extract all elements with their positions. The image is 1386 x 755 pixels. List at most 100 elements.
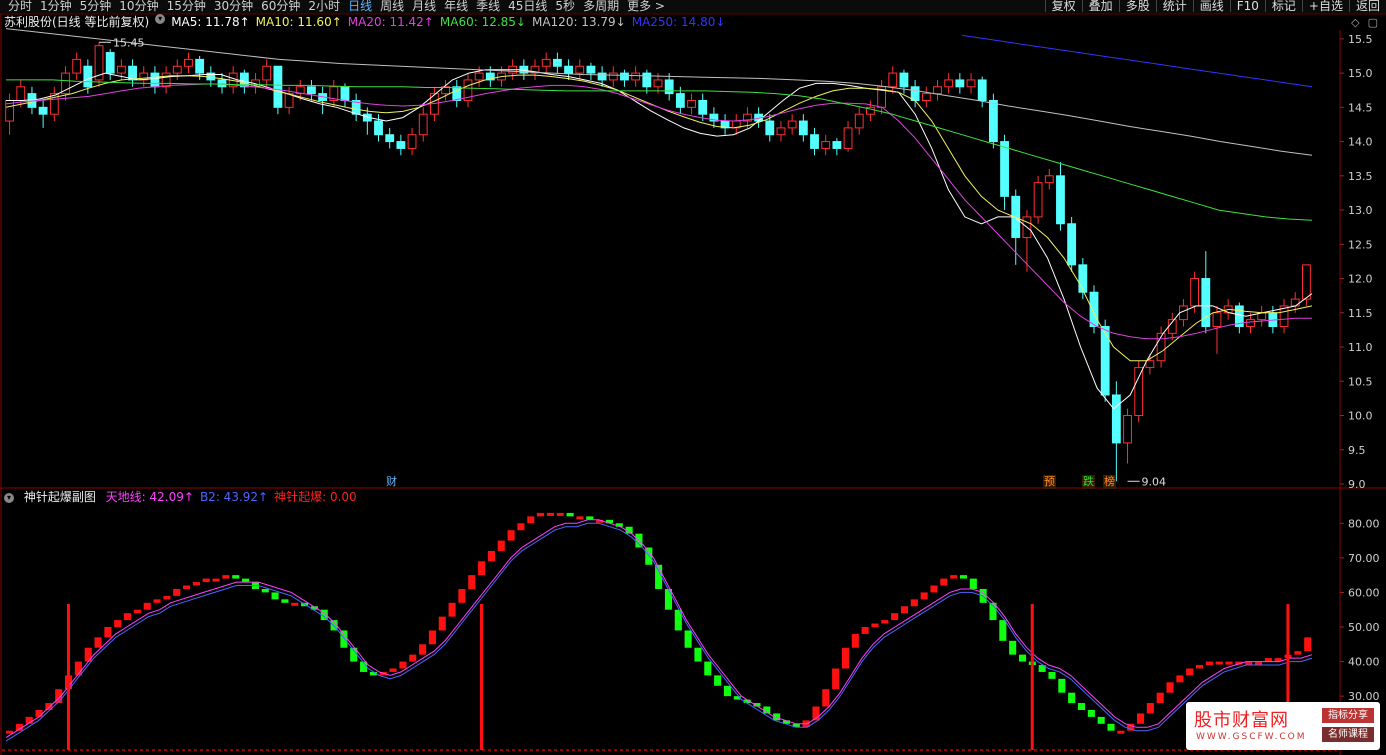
low-marker-label: 9.04 <box>1142 475 1167 488</box>
candle-body <box>642 72 652 88</box>
candle-body <box>1212 312 1222 327</box>
osc-bar <box>881 620 889 624</box>
osc-bar <box>399 661 407 669</box>
osc-bar <box>1215 661 1223 665</box>
osc-bar <box>891 613 899 621</box>
candle-body <box>1123 415 1132 444</box>
legend-item: MA10: 11.60↑ <box>255 15 342 29</box>
axis-label: 14.5 <box>1348 101 1373 114</box>
legend-item: MA250: 14.80↓ <box>631 15 726 29</box>
candle-body <box>631 72 641 81</box>
event-badge[interactable]: 榜 <box>1103 475 1116 489</box>
osc-bar <box>458 588 466 603</box>
candle-body <box>72 58 82 74</box>
osc-bar <box>546 512 554 516</box>
axis-label: 9.5 <box>1348 444 1366 457</box>
main-legend: 苏利股份(日线 等比前复权) ▾ MA5: 11.78↑ MA10: 11.60↑… <box>4 14 731 30</box>
sub-title[interactable]: 神针起爆副图 <box>24 490 96 504</box>
candle-body <box>944 79 954 88</box>
candle-body <box>184 58 193 67</box>
candle-body <box>608 72 618 81</box>
candle-body <box>1044 175 1054 184</box>
candle-body <box>955 79 965 88</box>
candle-body <box>340 86 350 101</box>
sub-legend: ▾ 神针起爆副图 天地线: 42.09↑ B2: 43.92↑ 神针起爆: 0.00 <box>4 489 363 505</box>
osc-bar <box>1186 668 1194 676</box>
ma-line-ma120 <box>5 28 1313 156</box>
osc-bar <box>940 578 948 586</box>
square-icon[interactable]: ▢ <box>1368 16 1378 29</box>
osc-bar <box>1146 703 1154 714</box>
candle-body <box>1145 360 1155 369</box>
candle-body <box>575 65 585 74</box>
candle-body <box>899 72 909 88</box>
candle-body <box>977 79 987 101</box>
osc-bar <box>1195 665 1204 669</box>
osc-bar <box>428 630 436 645</box>
axis-label: 10.0 <box>1348 410 1373 423</box>
event-badge[interactable]: 预 <box>1043 475 1056 489</box>
candle-body <box>832 141 842 149</box>
osc-line <box>5 519 1313 739</box>
candle-body <box>150 72 160 88</box>
osc-bar <box>1176 675 1184 683</box>
candle-body <box>1290 298 1300 307</box>
candle-body <box>385 134 395 143</box>
collapse-icon[interactable]: ▾ <box>4 492 14 503</box>
osc-bar <box>566 512 574 517</box>
watermark: 股市财富网 WWW.GSCFW.COM 指标分享 名师课程 <box>1186 702 1380 750</box>
candle-body <box>374 120 383 136</box>
stock-title[interactable]: 苏利股份(日线 等比前复权) <box>4 14 149 30</box>
candle-body <box>1301 264 1311 300</box>
axis-label: 70.00 <box>1348 552 1380 565</box>
candle-body <box>687 99 696 108</box>
candle-body <box>921 93 931 101</box>
osc-bar <box>468 575 476 589</box>
candle-body <box>1056 175 1065 225</box>
spike-bar <box>66 604 70 750</box>
osc-bar <box>537 512 545 517</box>
osc-bar <box>684 630 692 648</box>
osc-bar <box>281 599 289 603</box>
osc-bar <box>1166 682 1174 693</box>
candle-body <box>541 58 551 67</box>
spike-bar <box>480 604 484 750</box>
ma-line-ma20 <box>5 83 1312 340</box>
candle-body <box>1246 319 1255 327</box>
osc-bar <box>173 588 181 596</box>
osc-bar <box>340 630 348 648</box>
candle-body <box>843 127 853 149</box>
candle-body <box>564 65 573 74</box>
osc-bar <box>1097 716 1105 724</box>
osc-bar <box>448 602 456 617</box>
candle-body <box>407 134 417 149</box>
axis-label: 12.0 <box>1348 273 1373 286</box>
legend-item: B2: 43.92↑ <box>199 490 269 504</box>
axis-label: 11.5 <box>1348 307 1373 320</box>
ma-line-ma5 <box>6 69 1313 410</box>
legend-item: MA120: 13.79↓ <box>531 15 626 29</box>
osc-bar <box>133 609 141 614</box>
candle-body <box>273 65 283 108</box>
osc-bar <box>242 578 250 583</box>
osc-bar <box>419 644 427 655</box>
candle-body <box>620 72 629 81</box>
osc-bar <box>497 540 505 551</box>
osc-bar <box>291 602 299 606</box>
collapse-icon[interactable]: ▾ <box>155 14 166 24</box>
osc-bar <box>261 588 269 593</box>
osc-bar <box>104 627 112 638</box>
diamond-icon[interactable]: ◇ <box>1351 16 1359 29</box>
osc-bar <box>871 623 879 627</box>
osc-bar <box>212 578 220 582</box>
event-badge[interactable]: 跌 <box>1082 475 1095 489</box>
candle-body <box>698 99 708 115</box>
osc-bar <box>1077 703 1086 710</box>
osc-bar <box>1107 723 1115 731</box>
event-badge[interactable]: 财 <box>385 475 398 489</box>
osc-bar <box>1058 678 1066 693</box>
axis-label: 9.0 <box>1348 478 1366 491</box>
osc-bar <box>694 647 702 662</box>
osc-line <box>5 522 1313 742</box>
candle-body <box>664 79 674 95</box>
